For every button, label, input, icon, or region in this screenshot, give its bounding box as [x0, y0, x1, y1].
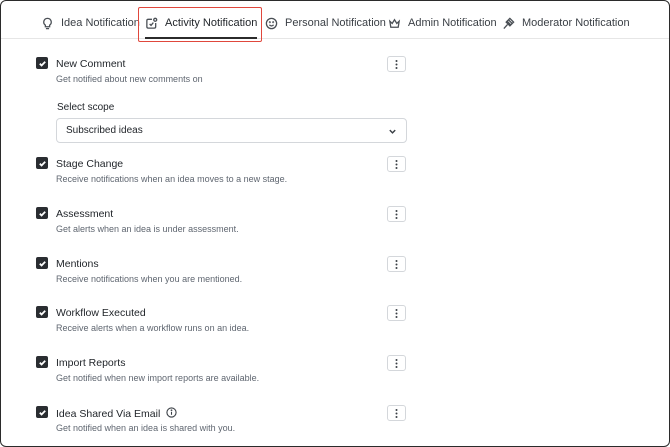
check-icon [38, 309, 46, 316]
scope-label: Select scope [57, 102, 115, 113]
tab-label: Activity Notification [165, 17, 258, 29]
mentions-checkbox[interactable] [36, 257, 48, 269]
assessment-checkbox[interactable] [36, 207, 48, 219]
more-options-button[interactable] [387, 405, 406, 421]
stage-change-checkbox[interactable] [36, 157, 48, 169]
new-comment-checkbox[interactable] [36, 57, 48, 69]
kebab-menu-icon [395, 308, 398, 318]
setting-title: Idea Shared Via Email [56, 407, 177, 421]
tab-admin-notification[interactable]: Admin Notification [388, 9, 497, 37]
setting-description: Receive notifications when an idea moves… [56, 174, 288, 184]
setting-description: Receive alerts when a workflow runs on a… [56, 323, 250, 333]
setting-title: Workflow Executed [56, 307, 146, 319]
import-reports-checkbox[interactable] [36, 356, 48, 368]
tab-label: Admin Notification [408, 17, 497, 29]
gavel-icon [503, 16, 515, 29]
setting-description: Get notified when new import reports are… [56, 373, 260, 383]
check-icon [38, 60, 46, 67]
more-options-button[interactable] [387, 256, 406, 272]
tab-activity-notification[interactable]: Activity Notification [145, 9, 258, 39]
chevron-down-icon [389, 129, 396, 134]
more-options-button[interactable] [387, 56, 406, 72]
crown-icon [388, 18, 401, 28]
kebab-menu-icon [395, 59, 398, 69]
notification-settings-window: Idea Notification Activity Notification … [0, 0, 670, 447]
more-options-button[interactable] [387, 206, 406, 222]
tab-idea-notification[interactable]: Idea Notification [41, 9, 140, 37]
setting-description: Get notified when an idea is shared with… [56, 423, 236, 433]
tab-label: Idea Notification [61, 17, 140, 29]
idea-shared-via-email-checkbox[interactable] [36, 406, 48, 418]
setting-description: Receive notifications when you are menti… [56, 274, 243, 284]
kebab-menu-icon [395, 209, 398, 219]
more-options-button[interactable] [387, 355, 406, 371]
notification-tabs: Idea Notification Activity Notification … [1, 1, 669, 39]
setting-title: Mentions [56, 258, 99, 270]
scope-select[interactable]: Subscribed ideas [56, 118, 407, 143]
scope-selected-value: Subscribed ideas [66, 125, 143, 136]
tab-label: Moderator Notification [522, 17, 630, 29]
setting-title: Assessment [56, 208, 114, 220]
kebab-menu-icon [395, 358, 398, 368]
check-icon [38, 160, 46, 167]
tab-label: Personal Notification [285, 17, 386, 29]
workflow-executed-checkbox[interactable] [36, 306, 48, 318]
setting-title: Stage Change [56, 158, 124, 170]
setting-description: Get alerts when an idea is under assessm… [56, 224, 239, 234]
setting-title: Import Reports [56, 357, 126, 369]
kebab-menu-icon [395, 159, 398, 169]
check-icon [38, 359, 46, 366]
setting-description: Get notified about new comments on [56, 74, 203, 84]
setting-title: New Comment [56, 58, 126, 70]
tab-personal-notification[interactable]: Personal Notification [265, 9, 386, 37]
check-icon [38, 260, 46, 267]
more-options-button[interactable] [387, 156, 406, 172]
info-icon[interactable] [166, 407, 177, 421]
tab-moderator-notification[interactable]: Moderator Notification [502, 9, 630, 37]
more-options-button[interactable] [387, 305, 406, 321]
activity-icon [146, 17, 158, 29]
lightbulb-icon [43, 17, 52, 29]
smiley-icon [265, 17, 278, 29]
check-icon [38, 409, 46, 416]
check-icon [38, 210, 46, 217]
kebab-menu-icon [395, 408, 398, 418]
kebab-menu-icon [395, 259, 398, 269]
